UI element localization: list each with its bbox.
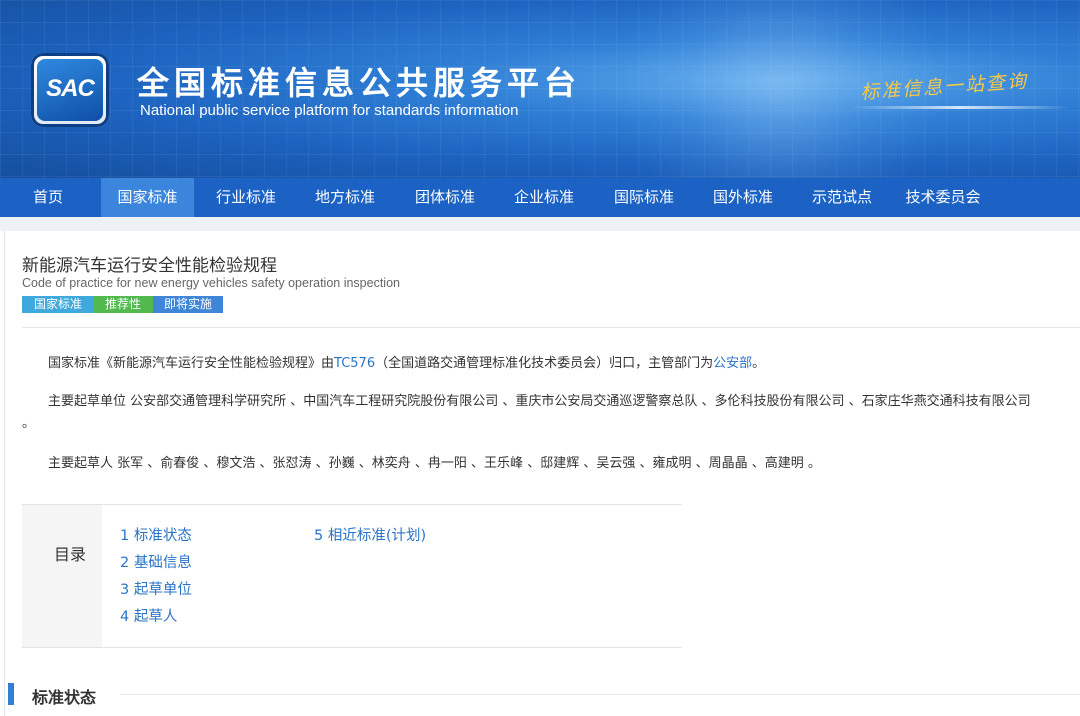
standard-title-en: Code of practice for new energy vehicles… (22, 276, 400, 290)
site-title: 全国标准信息公共服务平台 (137, 64, 582, 102)
tag-national-standard: 国家标准 (22, 296, 94, 313)
main-nav: 首页 国家标准 行业标准 地方标准 团体标准 企业标准 国际标准 国外标准 示范… (0, 178, 1080, 217)
section-title-status: 标准状态 (32, 688, 97, 707)
tc576-link[interactable]: TC576 (334, 356, 375, 371)
nav-item-group-standards[interactable]: 团体标准 (396, 178, 494, 217)
nav-item-pilot-demonstration[interactable]: 示范试点 (793, 178, 891, 217)
nav-separator-strip (0, 217, 1080, 231)
table-of-contents: 目录 1 标准状态 2 基础信息 3 起草单位 4 起草人 5 相近标准(计划) (22, 504, 682, 648)
nav-item-home[interactable]: 首页 (0, 178, 96, 217)
toc-heading: 目录 (54, 545, 87, 564)
sac-logo[interactable]: SAC (31, 53, 109, 127)
toc-item-status[interactable]: 1 标准状态 (120, 524, 192, 545)
toc-item-basic-info[interactable]: 2 基础信息 (120, 551, 192, 572)
description-suffix: 。 (752, 356, 766, 371)
nav-item-enterprise-standards[interactable]: 企业标准 (495, 178, 593, 217)
description-middle: （全国道路交通管理标准化技术委员会）归口，主管部门为 (375, 356, 714, 371)
section-accent-bar (8, 683, 14, 705)
drafters: 主要起草人 张军 、俞春俊 、穆文浩 、张怼涛 、孙巍 、林奕舟 、冉一阳 、王… (48, 456, 821, 471)
divider (22, 327, 1080, 328)
nav-item-local-standards[interactable]: 地方标准 (296, 178, 394, 217)
standard-title: 新能源汽车运行安全性能检验规程 (22, 256, 277, 276)
toc-item-related-standards[interactable]: 5 相近标准(计划) (314, 524, 426, 545)
toc-item-drafting-units[interactable]: 3 起草单位 (120, 578, 192, 599)
logo-text: SAC (46, 75, 95, 102)
nav-item-international-standards[interactable]: 国际标准 (595, 178, 693, 217)
nav-item-industry-standards[interactable]: 行业标准 (197, 178, 295, 217)
toc-item-drafters[interactable]: 4 起草人 (120, 605, 177, 626)
slogan-underline (850, 106, 1070, 109)
nav-item-foreign-standards[interactable]: 国外标准 (694, 178, 792, 217)
toc-heading-cell: 目录 (22, 505, 102, 647)
nav-item-national-standards[interactable]: 国家标准 (101, 178, 194, 217)
drafting-units: 主要起草单位 公安部交通管理科学研究所 、中国汽车工程研究院股份有限公司 、重庆… (48, 394, 1031, 409)
tag-upcoming: 即将实施 (153, 296, 223, 313)
site-subtitle: National public service platform for sta… (140, 102, 519, 119)
section-divider (120, 694, 1080, 695)
site-banner: SAC 全国标准信息公共服务平台 National public service… (0, 0, 1080, 178)
nav-item-technical-committee[interactable]: 技术委员会 (892, 178, 994, 217)
drafting-units-end: 。 (22, 416, 36, 431)
description-prefix: 国家标准《新能源汽车运行安全性能检验规程》由 (48, 356, 335, 371)
standard-description: 国家标准《新能源汽车运行安全性能检验规程》由TC576（全国道路交通管理标准化技… (48, 352, 765, 371)
ministry-link[interactable]: 公安部 (713, 356, 752, 371)
tag-recommended: 推荐性 (93, 296, 153, 313)
